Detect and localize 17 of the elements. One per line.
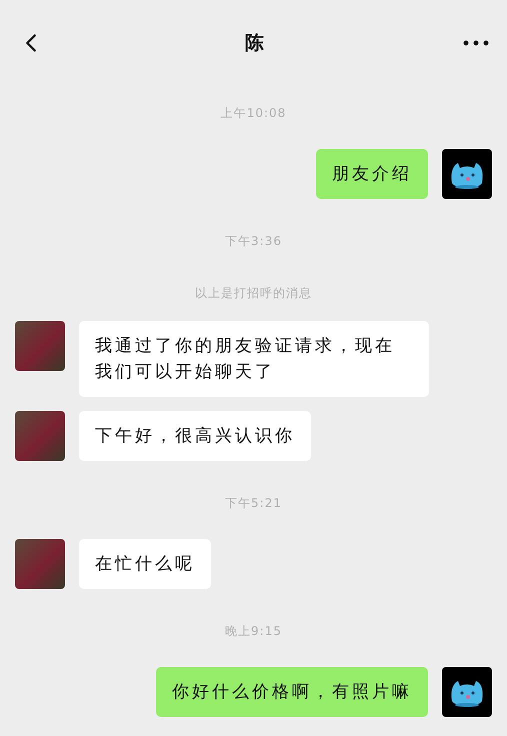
timestamp: 晚上9:15 [225, 623, 282, 639]
timestamp: 下午3:36 [225, 233, 282, 249]
received-message: 我通过了你的朋友验证请求，现在我们可以开始聊天了 [79, 321, 429, 397]
received-message: 下午好，很高兴认识你 [79, 411, 311, 461]
chat-title: 陈 [245, 31, 264, 56]
timestamp: 上午10:08 [220, 105, 286, 121]
avatar-photo-placeholder [15, 539, 65, 589]
system-notice: 以上是打招呼的消息 [195, 285, 312, 301]
timestamp: 下午5:21 [225, 495, 282, 511]
more-icon[interactable] [463, 40, 489, 46]
avatar-photo-placeholder [15, 411, 65, 461]
cartoon-avatar [442, 667, 492, 717]
sent-message: 你好什么价格啊，有照片嘛 [156, 667, 428, 717]
sent-message: 朋友介绍 [316, 149, 428, 199]
cartoon-avatar [442, 149, 492, 199]
received-message: 在忙什么呢 [79, 539, 211, 589]
avatar-photo-placeholder [15, 321, 65, 371]
